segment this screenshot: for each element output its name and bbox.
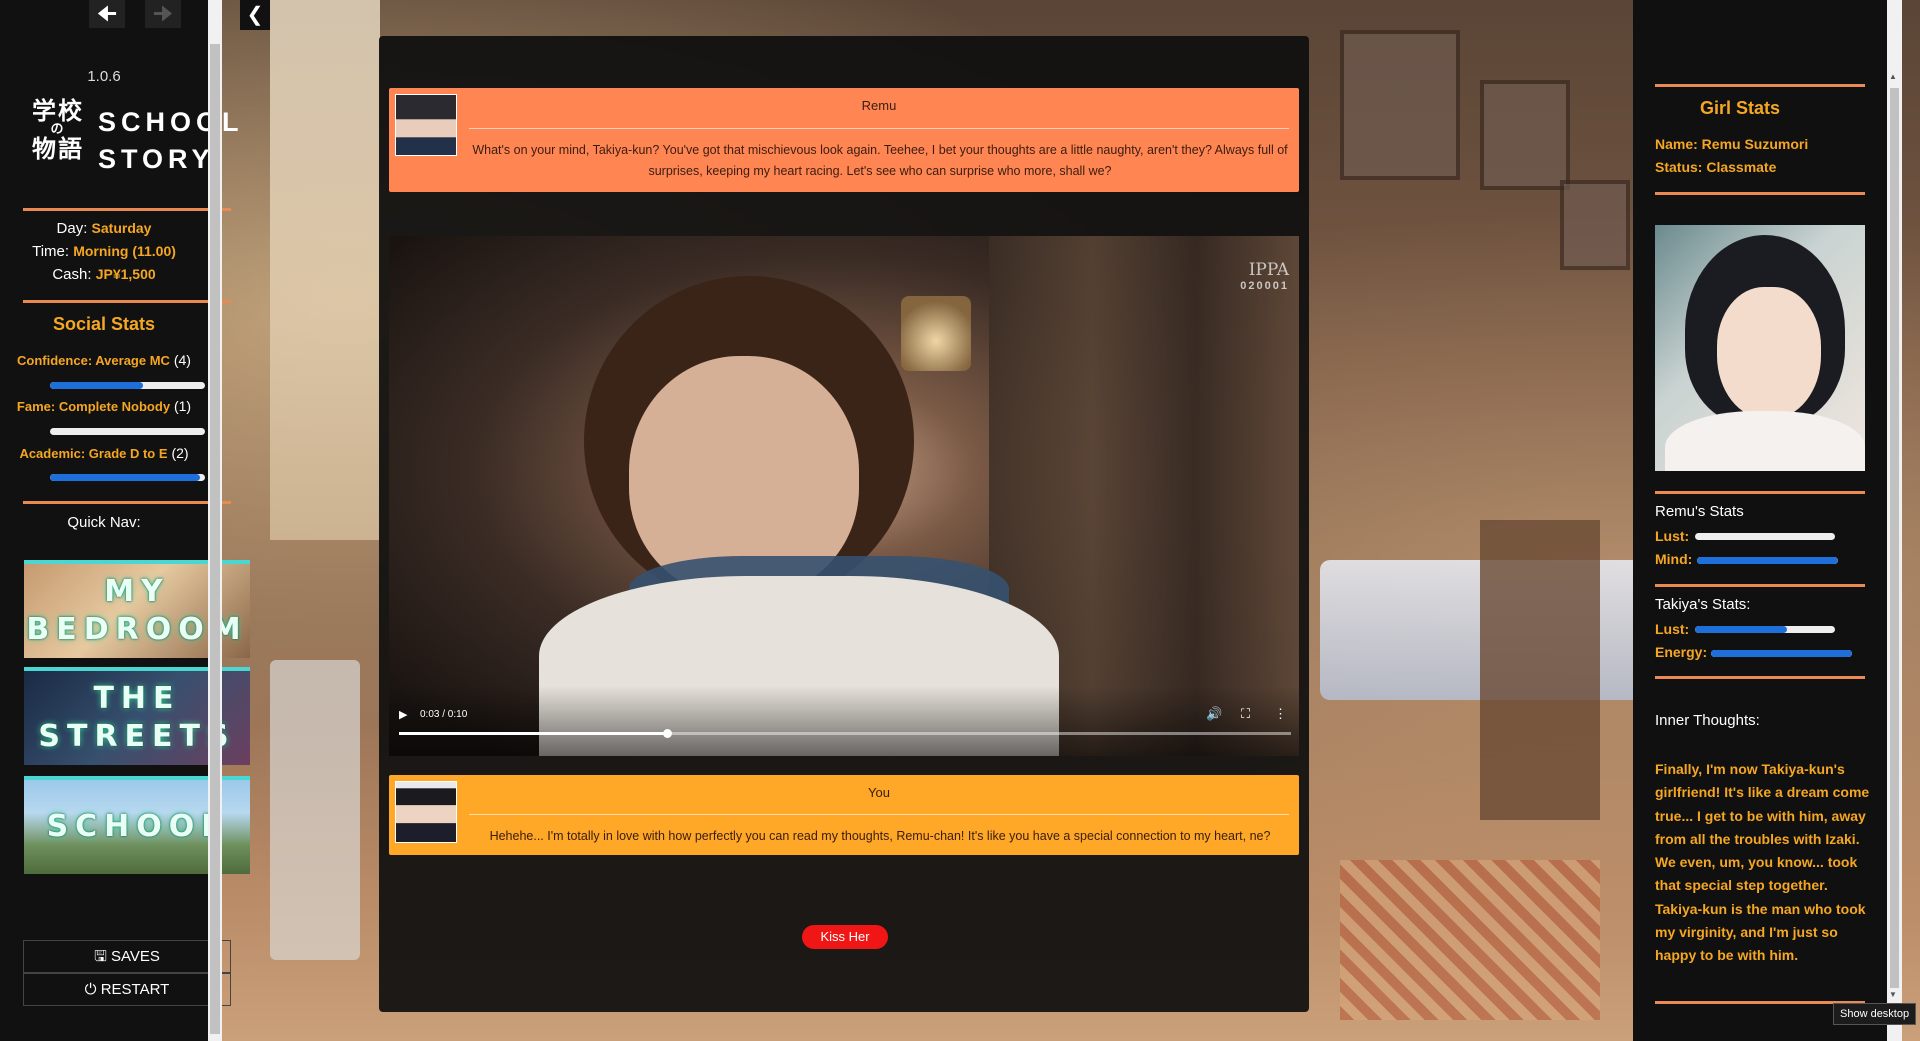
girl-portrait (1655, 225, 1865, 471)
background-fridge (270, 660, 360, 960)
scrollbar-thumb[interactable] (1890, 88, 1899, 988)
back-button[interactable]: 🠈 (89, 0, 125, 28)
show-desktop-tooltip: Show desktop (1833, 1003, 1917, 1025)
kiss-her-button[interactable]: Kiss Her (802, 925, 888, 949)
girl-status: Status: Classmate (1655, 159, 1777, 175)
background-desk (1480, 520, 1600, 820)
girl-stats-panel: Girl Stats Name: Remu Suzumori Status: C… (1633, 0, 1887, 1041)
power-icon: ⏻ (84, 981, 97, 998)
video-progress-knob[interactable] (662, 729, 672, 738)
takiya-lust-bar-fill (1695, 626, 1788, 633)
background-window (270, 0, 380, 540)
save-icon: 🖫 (94, 948, 107, 965)
background-rug (1340, 860, 1600, 1020)
divider (1655, 192, 1865, 195)
remu-stats-title: Remu's Stats (1655, 503, 1744, 520)
fame-bar (50, 428, 205, 435)
stat-fame: Fame: Complete Nobody (1) (16, 398, 192, 414)
speaker-name: Remu (861, 98, 897, 113)
volume-icon[interactable]: 🔊 (1206, 706, 1222, 722)
dialog-text: What's on your mind, Takiya-kun? You've … (472, 143, 1288, 178)
time-info: Time: Morning (11.00) (32, 243, 176, 260)
dialog-remu: Remu What's on your mind, Takiya-kun? Yo… (389, 88, 1299, 192)
background-poster (1560, 180, 1630, 270)
arrow-right-icon: 🠊 (152, 1, 174, 26)
divider (23, 501, 231, 504)
video-progress-played (399, 732, 667, 735)
takiya-energy-bar (1711, 650, 1852, 657)
inner-thoughts-title: Inner Thoughts: (1655, 712, 1760, 729)
divider (23, 208, 231, 211)
chevron-left-icon: ❮ (246, 4, 264, 26)
video-controls: ▶ 0:03 / 0:10 🔊 ⛶ ⋮ (389, 686, 1299, 756)
divider (23, 300, 231, 303)
divider (1655, 84, 1865, 87)
saves-button[interactable]: 🖫 SAVES (23, 940, 231, 973)
cash-info: Cash: JP¥1,500 (52, 266, 156, 283)
takiya-energy-bar-fill (1711, 650, 1852, 657)
play-icon[interactable]: ▶ (399, 708, 407, 721)
remu-mind-bar (1697, 557, 1838, 564)
video-lamp (901, 296, 971, 371)
divider (469, 128, 1289, 129)
divider (469, 814, 1289, 815)
fullscreen-icon[interactable]: ⛶ (1241, 706, 1250, 722)
quick-nav-label: Quick Nav: (67, 514, 141, 531)
remu-lust-label: Lust: (1655, 528, 1690, 544)
dialog-text: Hehehe... I'm totally in love with how p… (489, 829, 1271, 843)
arrow-left-icon: 🠈 (96, 1, 118, 26)
takiya-lust-bar (1695, 626, 1835, 633)
scroll-up-icon[interactable]: ▲ (1889, 72, 1897, 81)
scrollbar-thumb[interactable] (210, 44, 220, 1034)
speaker-name: You (868, 785, 890, 800)
video-time: 0:03 / 0:10 (420, 709, 468, 720)
divider (1655, 584, 1865, 587)
background-poster (1340, 30, 1460, 180)
remu-lust-bar (1695, 533, 1835, 540)
more-options-icon[interactable]: ⋮ (1274, 706, 1287, 722)
girl-stats-title: Girl Stats (1699, 98, 1781, 118)
forward-button[interactable]: 🠊 (145, 0, 181, 28)
inner-thoughts-text: Finally, I'm now Takiya-kun's girlfriend… (1655, 761, 1870, 964)
sidebar-scrollbar[interactable] (208, 0, 222, 1041)
stat-confidence: Confidence: Average MC (4) (17, 352, 191, 368)
logo-japanese: 学校 の 物語 (32, 96, 84, 163)
takiya-lust-label: Lust: (1655, 621, 1690, 637)
avatar-you (395, 781, 457, 843)
story-panel: Remu What's on your mind, Takiya-kun? Yo… (379, 36, 1309, 1012)
video-progress[interactable] (399, 729, 1291, 738)
takiya-energy-label: Energy: (1655, 644, 1708, 660)
avatar-remu (395, 94, 457, 156)
girl-name: Name: Remu Suzumori (1655, 136, 1809, 152)
scroll-down-icon[interactable]: ▼ (1889, 990, 1897, 999)
takiya-stats-title: Takiya's Stats: (1655, 596, 1751, 613)
confidence-bar (50, 382, 205, 389)
academic-bar (50, 474, 205, 481)
dialog-you: You Hehehe... I'm totally in love with h… (389, 775, 1299, 855)
day-info: Day: Saturday (56, 220, 152, 237)
divider (1655, 676, 1865, 679)
stat-academic: Academic: Grade D to E (2) (19, 445, 189, 461)
divider (1655, 491, 1865, 494)
game-logo: 学校 の 物語 SCHOOL STORY (32, 96, 239, 176)
sidebar: 🠈 🠊 1.0.6 学校 の 物語 SCHOOL STORY Day: Satu… (0, 0, 250, 1041)
hide-sidebar-button[interactable]: ❮ (240, 0, 270, 30)
restart-button[interactable]: ⏻ RESTART (23, 973, 231, 1006)
video-watermark: IPPA 020001 (1240, 260, 1289, 292)
remu-mind-bar-fill (1697, 557, 1838, 564)
academic-bar-fill (50, 474, 201, 481)
background-poster (1480, 80, 1570, 190)
remu-mind-label: Mind: (1655, 551, 1693, 567)
page-scrollbar[interactable]: ▲ ▼ (1887, 0, 1902, 1041)
video-player[interactable]: IPPA 020001 ▶ 0:03 / 0:10 🔊 ⛶ ⋮ (389, 236, 1299, 756)
confidence-bar-fill (50, 382, 143, 389)
social-stats-title: Social Stats (52, 314, 156, 334)
version-label: 1.0.6 (87, 68, 121, 85)
